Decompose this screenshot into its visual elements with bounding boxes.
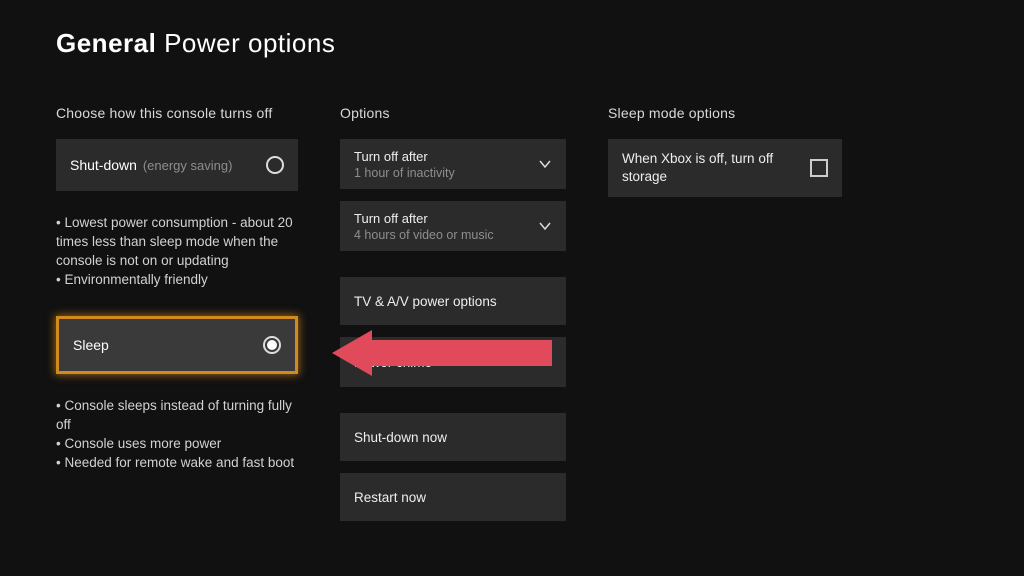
shutdown-description: • Lowest power consumption - about 20 ti…	[56, 213, 298, 290]
dropdown-label: Power chime	[354, 355, 432, 370]
button-restart-now[interactable]: Restart now	[340, 473, 566, 521]
dropdown-label: Turn off after	[354, 211, 494, 226]
checkbox-label: When Xbox is off, turn off storage	[622, 150, 782, 185]
chevron-down-icon	[538, 157, 552, 171]
section-sleepmode-heading: Sleep mode options	[608, 105, 842, 121]
radio-sleep-label: Sleep	[73, 337, 109, 353]
title-category: General	[56, 28, 156, 58]
dropdown-power-chime[interactable]: Power chime	[340, 337, 566, 387]
section-options-heading: Options	[340, 105, 566, 121]
sleep-description: • Console sleeps instead of turning full…	[56, 396, 298, 473]
dropdown-label: Turn off after	[354, 149, 455, 164]
section-turnoff-heading: Choose how this console turns off	[56, 105, 298, 121]
dropdown-turnoff-media[interactable]: Turn off after 4 hours of video or music	[340, 201, 566, 251]
checkbox-icon	[810, 159, 828, 177]
dropdown-turnoff-inactivity[interactable]: Turn off after 1 hour of inactivity	[340, 139, 566, 189]
dropdown-value: 4 hours of video or music	[354, 228, 494, 242]
button-shutdown-now[interactable]: Shut-down now	[340, 413, 566, 461]
title-page: Power options	[164, 28, 335, 58]
radio-sleep[interactable]: Sleep	[56, 316, 298, 374]
button-tv-av-power[interactable]: TV & A/V power options	[340, 277, 566, 325]
radio-shutdown-label: Shut-down (energy saving)	[70, 157, 232, 173]
radio-icon	[266, 156, 284, 174]
chevron-down-icon	[538, 355, 552, 369]
chevron-down-icon	[538, 219, 552, 233]
dropdown-value: 1 hour of inactivity	[354, 166, 455, 180]
checkbox-turnoff-storage[interactable]: When Xbox is off, turn off storage	[608, 139, 842, 197]
radio-icon	[263, 336, 281, 354]
page-title: General Power options	[56, 28, 968, 59]
radio-shutdown[interactable]: Shut-down (energy saving)	[56, 139, 298, 191]
